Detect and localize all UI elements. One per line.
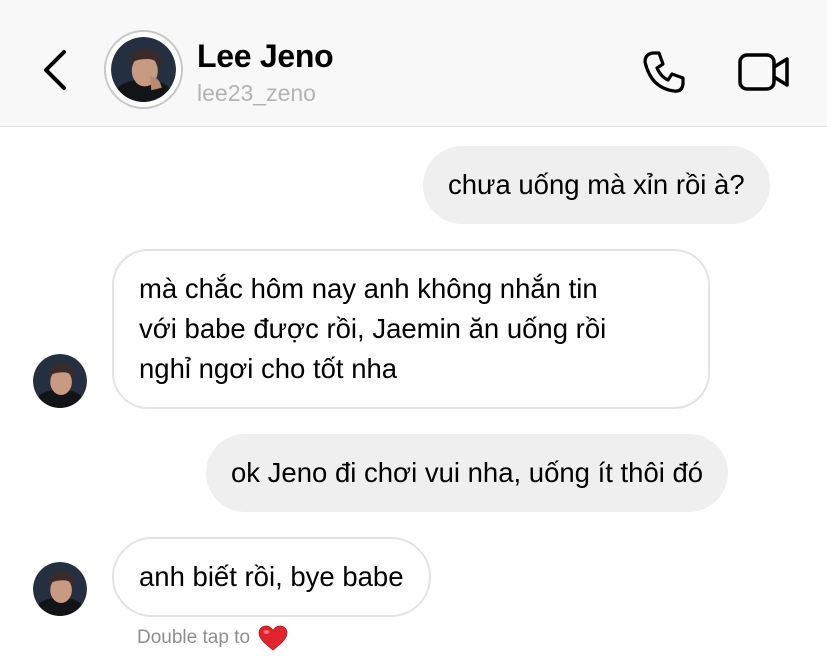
message-bubble-outgoing[interactable]: chưa uống mà xỉn rồi à?	[423, 146, 770, 224]
message-text: anh biết rồi, bye babe	[139, 561, 404, 592]
double-tap-hint: Double tap to	[137, 625, 288, 651]
avatar-photo	[33, 562, 87, 616]
message-bubble-incoming[interactable]: mà chắc hôm nay anh không nhắn tin với b…	[112, 249, 710, 409]
sender-avatar[interactable]	[33, 562, 87, 616]
phone-icon[interactable]	[640, 48, 688, 96]
chat-header: Lee Jeno lee23_zeno	[0, 0, 827, 127]
profile-avatar[interactable]	[104, 30, 183, 109]
video-icon[interactable]	[738, 52, 790, 92]
message-bubble-incoming[interactable]: anh biết rồi, bye babe	[112, 537, 431, 617]
message-line: với babe được rồi, Jaemin ăn uống rồi	[139, 313, 607, 344]
contact-username: lee23_zeno	[197, 80, 316, 106]
message-line: mà chắc hôm nay anh không nhắn tin	[139, 273, 598, 304]
avatar-photo	[33, 354, 87, 408]
message-line: nghỉ ngơi cho tốt nha	[139, 353, 398, 384]
message-text: chưa uống mà xỉn rồi à?	[448, 169, 745, 200]
profile-photo	[111, 37, 176, 102]
message-bubble-outgoing[interactable]: ok Jeno đi chơi vui nha, uống ít thôi đó	[206, 434, 729, 512]
message-text: ok Jeno đi chơi vui nha, uống ít thôi đó	[231, 457, 704, 488]
back-icon[interactable]	[38, 46, 72, 94]
contact-name[interactable]: Lee Jeno	[197, 38, 334, 75]
hint-text: Double tap to	[137, 627, 251, 648]
sender-avatar[interactable]	[33, 354, 87, 408]
heart-icon	[258, 625, 288, 651]
